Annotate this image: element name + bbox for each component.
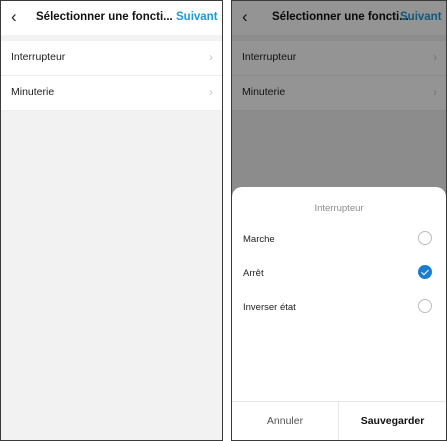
- option-label: Arrêt: [243, 268, 264, 279]
- page-title: Sélectionner une foncti...: [36, 11, 173, 23]
- back-icon[interactable]: ‹: [11, 7, 17, 27]
- chevron-right-icon: ›: [209, 85, 213, 99]
- option-label: Inverser état: [243, 302, 296, 313]
- header: ‹ Sélectionner une foncti... Suivant: [1, 1, 222, 35]
- screen-function-list-with-sheet: ‹ Sélectionner une foncti... Suivant Int…: [231, 0, 447, 441]
- radio-checked-icon[interactable]: [418, 265, 432, 279]
- list-item-label: Minuterie: [11, 86, 55, 98]
- option-label: Marche: [243, 234, 275, 245]
- bottom-sheet-dialog: Interrupteur Marche Arrêt Inverser état …: [232, 187, 446, 440]
- radio-unchecked-icon[interactable]: [418, 299, 432, 313]
- function-list: Interrupteur › Minuterie ›: [1, 41, 222, 111]
- list-item-interrupteur[interactable]: Interrupteur ›: [1, 41, 222, 76]
- radio-unchecked-icon[interactable]: [418, 231, 432, 245]
- chevron-right-icon: ›: [209, 50, 213, 64]
- option-marche[interactable]: Marche: [232, 225, 446, 255]
- list-item-minuterie[interactable]: Minuterie ›: [1, 76, 222, 111]
- option-arret[interactable]: Arrêt: [232, 259, 446, 289]
- sheet-title: Interrupteur: [314, 203, 364, 214]
- sheet-actions: Annuler Sauvegarder: [232, 401, 446, 440]
- option-inverser-etat[interactable]: Inverser état: [232, 293, 446, 323]
- cancel-button[interactable]: Annuler: [232, 402, 339, 440]
- next-button[interactable]: Suivant: [176, 11, 218, 23]
- save-button[interactable]: Sauvegarder: [339, 402, 446, 440]
- screen-function-list: ‹ Sélectionner une foncti... Suivant Int…: [0, 0, 223, 441]
- list-item-label: Interrupteur: [11, 51, 66, 63]
